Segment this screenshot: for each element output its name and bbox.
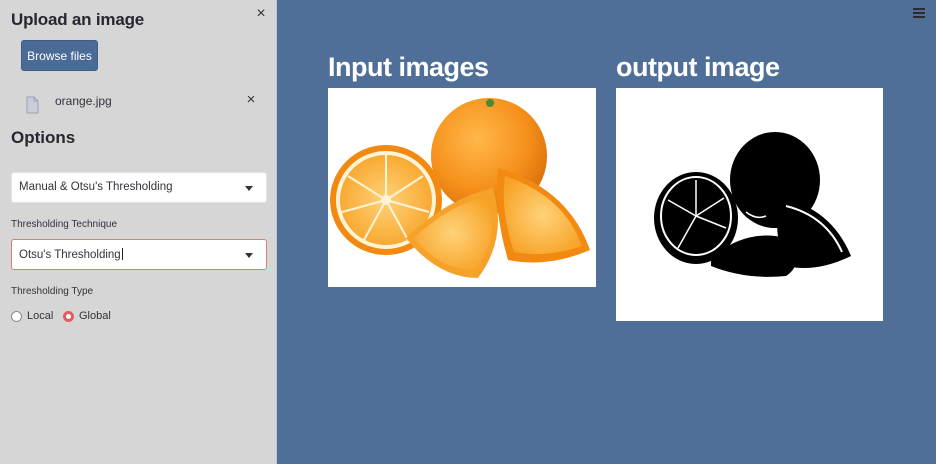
- thresholding-technique-label: Thresholding Technique: [11, 219, 118, 230]
- sidebar: × Upload an image Browse files orange.jp…: [0, 0, 277, 464]
- file-icon: [26, 96, 39, 114]
- radio-checked-icon: [63, 310, 74, 322]
- sidebar-close-icon[interactable]: ×: [254, 6, 268, 22]
- thresholding-technique-select[interactable]: Otsu's Thresholding: [11, 239, 267, 270]
- radio-unchecked-icon: [11, 310, 22, 322]
- browse-files-button[interactable]: Browse files: [21, 40, 98, 71]
- output-image-title: output image: [616, 52, 780, 82]
- file-name: orange.jpg: [55, 94, 112, 108]
- options-title: Options: [11, 128, 76, 147]
- upload-title: Upload an image: [11, 10, 145, 29]
- radio-local[interactable]: Local: [11, 310, 53, 322]
- radio-local-label: Local: [27, 310, 54, 322]
- orange-photo: [330, 98, 590, 278]
- thresholded-orange-silhouette: [654, 132, 851, 277]
- input-images-title: Input images: [328, 52, 489, 82]
- mode-select-value: Manual & Otsu's Thresholding: [19, 181, 173, 193]
- output-image: [616, 88, 883, 321]
- uploaded-file-item: orange.jpg ×: [24, 92, 264, 118]
- thresholding-type-label: Thresholding Type: [11, 286, 94, 297]
- remove-file-close-icon[interactable]: ×: [244, 92, 258, 108]
- chevron-down-icon: [245, 253, 253, 258]
- input-image: [328, 88, 596, 287]
- radio-global-label: Global: [79, 310, 111, 322]
- technique-select-value: Otsu's Thresholding: [19, 249, 121, 261]
- text-cursor: [121, 248, 123, 260]
- hamburger-menu-icon[interactable]: [913, 8, 925, 18]
- radio-global[interactable]: Global: [63, 310, 111, 322]
- mode-select[interactable]: Manual & Otsu's Thresholding: [11, 172, 267, 203]
- chevron-down-icon: [245, 186, 253, 191]
